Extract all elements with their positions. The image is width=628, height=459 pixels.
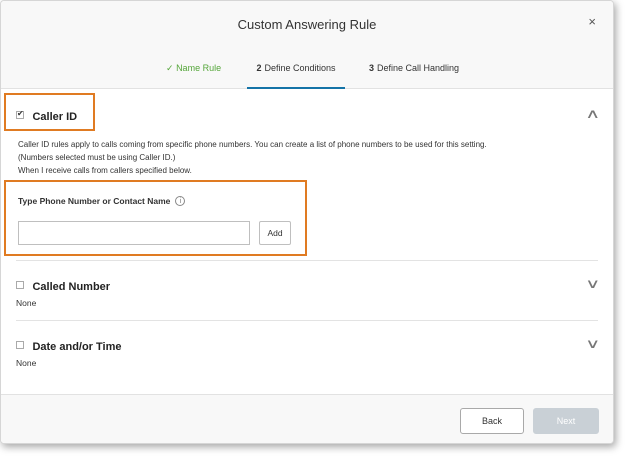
called-number-title: Called Number bbox=[32, 281, 111, 293]
close-icon[interactable]: × bbox=[588, 14, 596, 29]
back-button[interactable]: Back bbox=[460, 408, 524, 434]
phone-field-label-text: Type Phone Number or Contact Name bbox=[18, 196, 171, 206]
chevron-down-icon[interactable]: ∨ bbox=[586, 276, 601, 292]
caller-id-description: Caller ID rules apply to calls coming fr… bbox=[18, 138, 598, 177]
caller-id-title: Caller ID bbox=[32, 111, 78, 123]
info-icon[interactable]: i bbox=[175, 195, 186, 206]
called-number-section[interactable]: Called Number ∨ None bbox=[16, 276, 601, 308]
next-button[interactable]: Next bbox=[533, 408, 599, 434]
dialog-footer: Back Next bbox=[1, 394, 613, 443]
caller-id-desc-line3: When I receive calls from callers specif… bbox=[18, 166, 192, 175]
date-time-title: Date and/or Time bbox=[32, 341, 122, 353]
called-number-value: None bbox=[16, 298, 37, 308]
custom-answering-rule-dialog: Custom Answering Rule × ✓ Name Rule 2 Def… bbox=[0, 0, 614, 444]
chevron-down-icon[interactable]: ∨ bbox=[586, 336, 601, 352]
step-name-rule[interactable]: ✓ Name Rule bbox=[166, 63, 221, 89]
add-button[interactable]: Add bbox=[259, 221, 291, 245]
phone-number-input[interactable] bbox=[18, 221, 250, 245]
divider bbox=[16, 260, 598, 261]
step-define-conditions-label: Define Conditions bbox=[264, 63, 336, 73]
divider bbox=[16, 320, 598, 321]
step-number: 2 bbox=[256, 63, 262, 73]
step-define-call-handling[interactable]: 3 Define Call Handling bbox=[369, 63, 459, 89]
dialog-header: Custom Answering Rule × ✓ Name Rule 2 Def… bbox=[1, 1, 613, 89]
step-number: 3 bbox=[369, 63, 375, 73]
called-number-checkbox[interactable] bbox=[16, 280, 24, 289]
step-name-rule-label: Name Rule bbox=[176, 63, 222, 73]
chevron-up-icon[interactable]: ∧ bbox=[586, 106, 601, 122]
dialog-title: Custom Answering Rule bbox=[237, 17, 377, 32]
wizard-steps: ✓ Name Rule 2 Define Conditions 3 Define C… bbox=[1, 63, 613, 89]
step-define-conditions[interactable]: 2 Define Conditions bbox=[247, 63, 345, 89]
caller-id-header[interactable]: Caller ID ∧ bbox=[16, 106, 601, 123]
caller-id-desc-line2: (Numbers selected must be using Caller I… bbox=[18, 153, 176, 162]
date-time-value: None bbox=[16, 358, 37, 368]
check-icon: ✓ bbox=[166, 63, 174, 73]
caller-id-desc-line1: Caller ID rules apply to calls coming fr… bbox=[18, 140, 487, 149]
date-time-section[interactable]: Date and/or Time ∨ None bbox=[16, 336, 601, 368]
date-time-checkbox[interactable] bbox=[16, 340, 24, 349]
step-define-call-handling-label: Define Call Handling bbox=[377, 63, 460, 73]
phone-field-label: Type Phone Number or Contact Name i bbox=[18, 195, 186, 207]
caller-id-checkbox[interactable] bbox=[16, 109, 24, 119]
